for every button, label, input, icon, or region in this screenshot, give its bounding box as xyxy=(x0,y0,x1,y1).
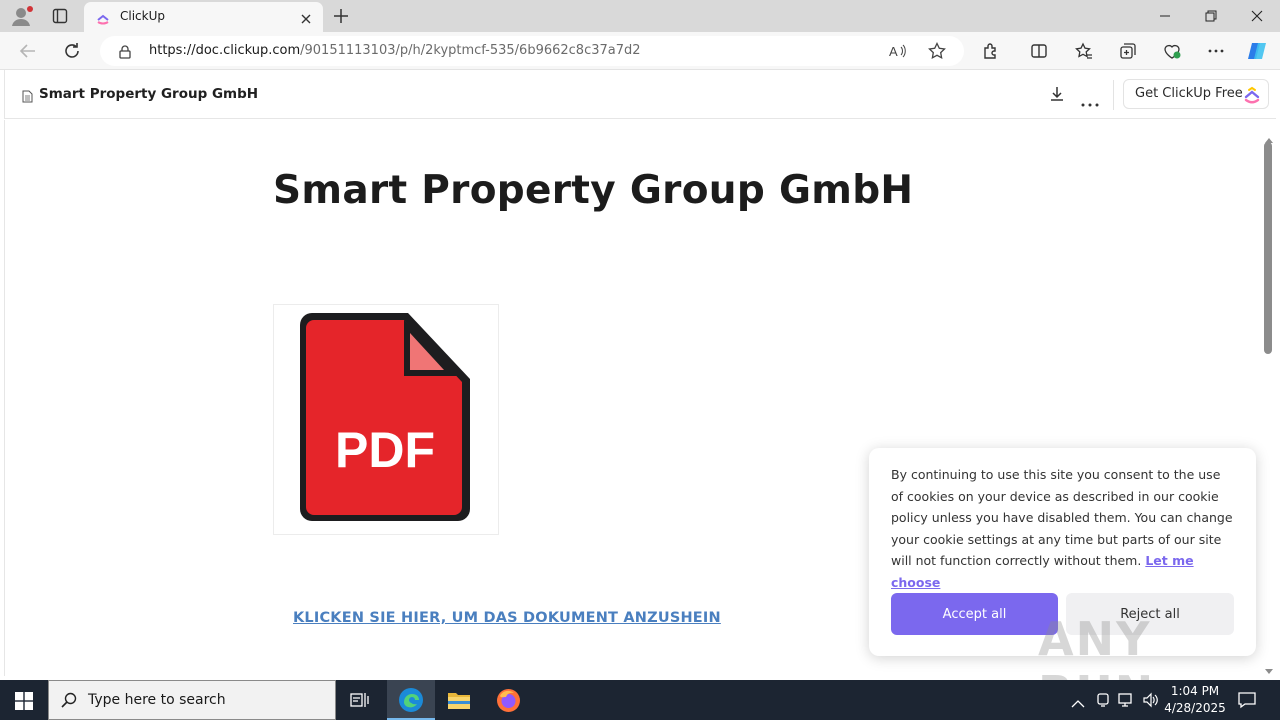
get-clickup-free-label: Get ClickUp Free xyxy=(1135,86,1243,101)
download-icon[interactable] xyxy=(1050,86,1064,106)
tray-chevron-icon[interactable] xyxy=(1071,694,1085,713)
pdf-image[interactable]: PDF xyxy=(273,304,499,535)
notifications-icon[interactable] xyxy=(1238,691,1256,713)
taskbar-search[interactable]: Type here to search xyxy=(48,680,336,720)
cookie-text: By continuing to use this site you conse… xyxy=(891,464,1236,593)
accept-all-button[interactable]: Accept all xyxy=(891,593,1058,635)
url-path: /90151113103/p/h/2kyptmcf-535/6b9662c8c3… xyxy=(300,43,641,58)
clock-time[interactable]: 1:04 PM xyxy=(1160,684,1230,698)
firefox-icon[interactable] xyxy=(496,688,521,717)
windows-start-icon[interactable] xyxy=(15,692,33,714)
browser-essentials-icon[interactable] xyxy=(1161,40,1183,62)
tab-title: ClickUp xyxy=(120,9,165,23)
get-clickup-free-button[interactable]: Get ClickUp Free xyxy=(1123,79,1269,109)
header-divider xyxy=(1113,80,1114,110)
doc-name: Smart Property Group GmbH xyxy=(39,86,259,102)
copilot-icon[interactable] xyxy=(1246,40,1268,62)
edge-icon xyxy=(398,687,424,717)
lock-icon[interactable] xyxy=(119,44,131,63)
browser-toolbar: https://doc.clickup.com/90151113103/p/h/… xyxy=(0,32,1280,70)
doc-header: Smart Property Group GmbH Get ClickUp Fr… xyxy=(4,70,1276,119)
volume-icon[interactable] xyxy=(1142,692,1160,712)
clickup-logo-icon xyxy=(1243,86,1261,108)
url-domain: https://doc.clickup.com xyxy=(149,43,301,58)
doc-more-icon[interactable] xyxy=(1081,92,1099,111)
restore-button[interactable] xyxy=(1188,0,1234,32)
new-tab-icon[interactable] xyxy=(333,8,349,28)
close-window-button[interactable] xyxy=(1234,0,1280,32)
favorite-star-icon[interactable] xyxy=(928,41,946,64)
refresh-icon[interactable] xyxy=(61,40,83,62)
network-icon[interactable] xyxy=(1118,692,1136,712)
tab-actions-icon[interactable] xyxy=(52,8,68,24)
search-placeholder: Type here to search xyxy=(88,692,226,708)
svg-text:A: A xyxy=(889,44,898,59)
close-tab-icon[interactable] xyxy=(300,10,312,29)
extensions-icon[interactable] xyxy=(980,40,1002,62)
profile-icon[interactable] xyxy=(10,5,34,27)
address-bar[interactable]: https://doc.clickup.com/90151113103/p/h/… xyxy=(100,36,964,66)
pdf-label: PDF xyxy=(335,422,435,478)
collections-icon[interactable] xyxy=(1117,40,1139,62)
taskbar: Type here to search 1:04 PM 4/28/2025 xyxy=(0,680,1280,720)
read-aloud-icon[interactable]: A xyxy=(889,43,907,63)
task-view-icon[interactable] xyxy=(350,691,370,713)
meet-now-icon[interactable] xyxy=(1096,692,1110,712)
scrollbar[interactable] xyxy=(1262,120,1276,676)
tab-clickup[interactable]: ClickUp xyxy=(84,2,323,32)
document-link[interactable]: KLICKEN SIE HIER, UM DAS DOKUMENT ANZUSH… xyxy=(293,610,721,626)
clickup-favicon-icon xyxy=(96,10,110,29)
page-title: Smart Property Group GmbH xyxy=(273,168,914,213)
favorites-icon[interactable] xyxy=(1073,40,1095,62)
back-arrow-icon[interactable] xyxy=(17,40,39,62)
file-explorer-icon[interactable] xyxy=(447,689,471,715)
clock-date[interactable]: 4/28/2025 xyxy=(1160,701,1230,715)
more-menu-icon[interactable] xyxy=(1205,40,1227,62)
minimize-button[interactable] xyxy=(1142,0,1188,32)
split-screen-icon[interactable] xyxy=(1028,40,1050,62)
tab-strip: ClickUp xyxy=(0,0,1280,32)
url-text[interactable]: https://doc.clickup.com/90151113103/p/h/… xyxy=(149,43,641,58)
page-icon xyxy=(22,88,33,107)
edge-taskbar-button[interactable] xyxy=(387,680,435,720)
search-icon xyxy=(61,692,77,712)
pdf-file-icon: PDF xyxy=(300,313,470,521)
scrollbar-thumb[interactable] xyxy=(1264,142,1272,354)
